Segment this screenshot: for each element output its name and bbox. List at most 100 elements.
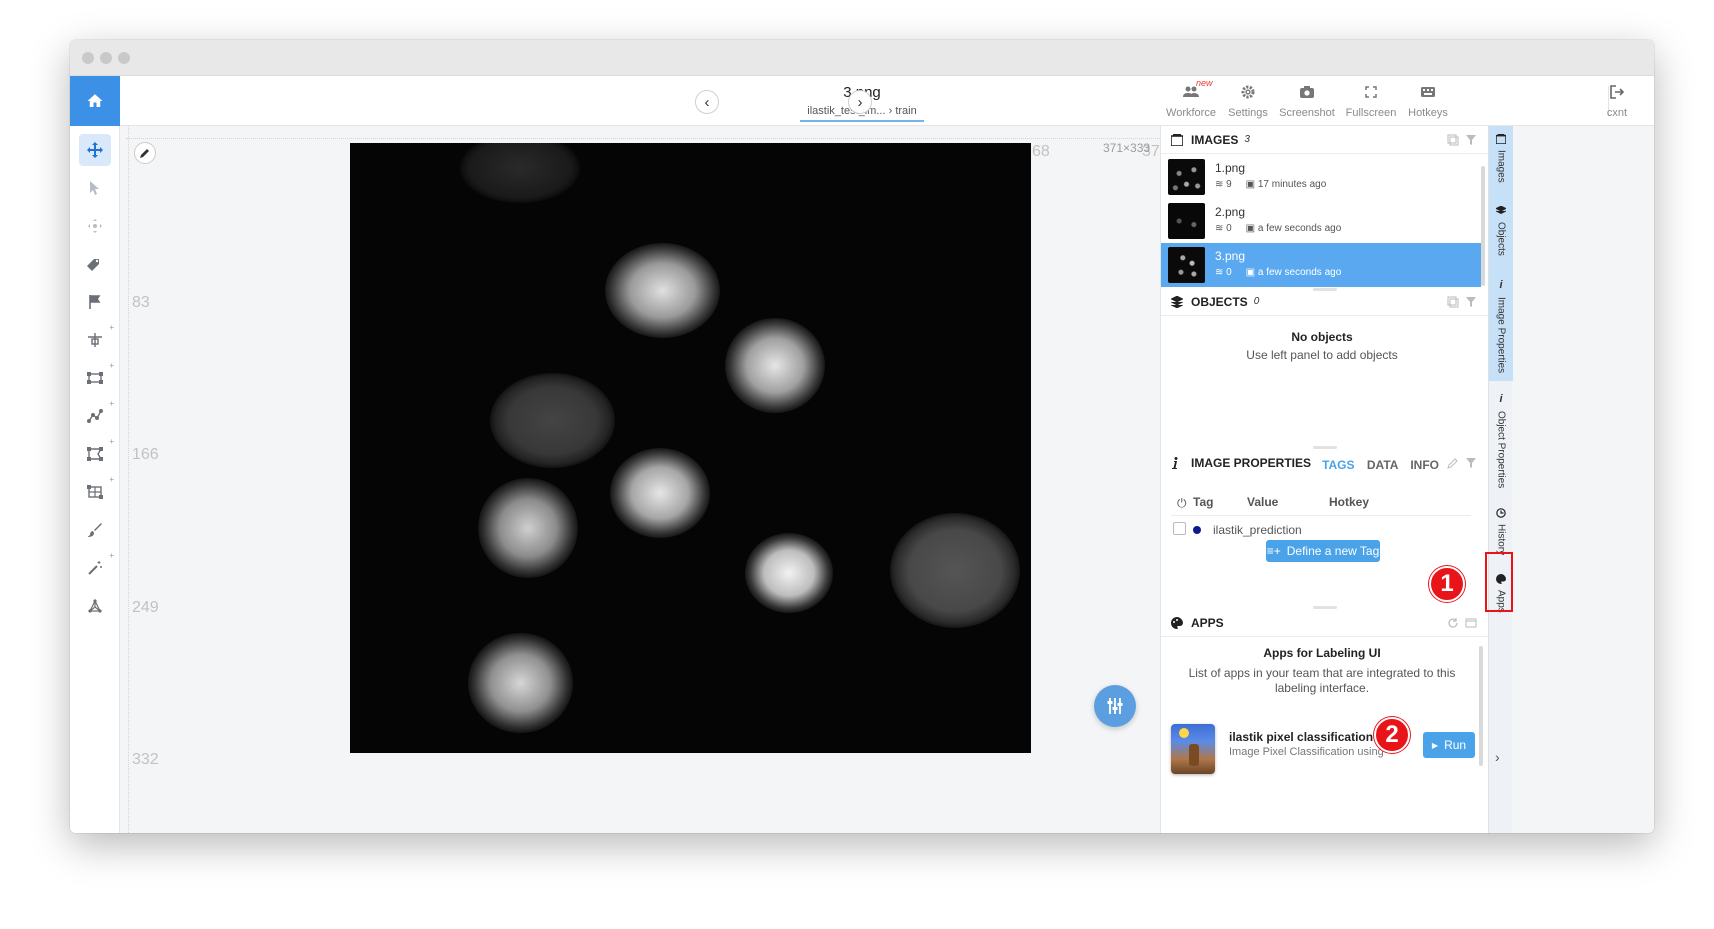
flag-tool[interactable] [79,286,111,318]
define-tag-button[interactable]: ≡+ Define a new Tag [1266,540,1380,562]
image-filename: 3.png [1215,249,1246,263]
side-tab-image-properties[interactable]: i Image Properties [1489,267,1513,381]
calendar-icon: ▣ [1245,223,1256,234]
edit-image-button[interactable] [134,142,156,164]
polygon-tool[interactable]: + [79,437,114,470]
tab-data[interactable]: DATA [1367,458,1398,472]
side-tab-images[interactable]: Images [1489,126,1513,194]
ilastik-app-logo [1171,724,1215,774]
window-maximize-dot[interactable] [118,52,130,64]
window-close-dot[interactable] [82,52,94,64]
workforce-button[interactable]: new Workforce [1160,78,1222,119]
image-list-item-selected[interactable]: 3.png ≋ 0 ▣ a few seconds ago [1161,243,1481,287]
rectangle-tool[interactable]: + [79,361,114,394]
edit-icon[interactable] [1447,457,1459,469]
side-tab-objects[interactable]: Objects [1489,194,1513,267]
collapse-chevron-icon[interactable]: › [1495,749,1500,765]
image-filename: 1.png [1215,161,1246,175]
crosshair-icon [88,333,102,347]
microscopy-image[interactable] [350,143,1031,753]
apps-scrollbar[interactable] [1479,646,1483,766]
nucleus [605,243,720,338]
images-scrollbar[interactable] [1481,166,1485,286]
images-title: IMAGES [1191,132,1239,147]
workforce-label: Workforce [1166,107,1216,119]
filter-icon[interactable] [1465,457,1477,469]
tab-tags[interactable]: TAGS [1322,458,1354,472]
image-adjust-button[interactable] [1094,685,1136,727]
side-tab-bar: Images Objects i Image Properties i Obje… [1488,126,1513,833]
pan-tool[interactable] [79,134,111,166]
tag-row[interactable]: ilastik_prediction [1171,516,1471,542]
select-tool[interactable] [79,172,111,204]
refresh-icon[interactable] [1447,617,1459,629]
image-list-item[interactable]: 1.png ≋ 9 ▣ 17 minutes ago [1161,155,1481,199]
polyline-tool[interactable]: + [79,399,114,432]
next-image-button[interactable]: › [848,90,872,114]
empty-title: No objects [1291,330,1353,344]
graph-tool[interactable] [79,590,111,622]
brush-tool[interactable] [79,514,111,546]
screenshot-button[interactable]: Screenshot [1276,82,1338,119]
sliders-icon [1107,698,1123,714]
tag-checkbox[interactable] [1173,522,1186,535]
image-canvas[interactable]: 83 166 249 332 68 37 371×333 [120,126,1160,833]
side-tab-history[interactable]: History [1489,496,1513,560]
play-icon: ▶ [1431,740,1439,750]
magic-wand-tool[interactable]: + [79,551,114,584]
keyboard-icon [1421,87,1435,97]
plus-icon: + [109,323,114,332]
layers-icon: ≋ [1215,223,1224,234]
home-button[interactable] [70,76,120,126]
ruler-tick-249: 249 [132,599,159,616]
tag-icon [87,259,99,271]
nucleus [745,533,833,613]
image-list-item[interactable]: 2.png ≋ 0 ▣ a few seconds ago [1161,199,1481,243]
logout-button[interactable]: cxnt [1587,82,1647,119]
tab-info[interactable]: INFO [1410,458,1439,472]
vertical-ruler [122,126,129,833]
chevron-left-icon: ‹ [704,93,710,111]
fullscreen-button[interactable]: Fullscreen [1340,82,1402,119]
filter-icon[interactable] [1465,134,1477,146]
settings-button[interactable]: Settings [1217,82,1279,119]
side-tab-label: Images [1495,150,1507,183]
side-tab-object-properties[interactable]: i Object Properties [1489,381,1513,496]
window-icon[interactable] [1465,617,1477,629]
breadcrumb-dataset[interactable]: ilastik_test_im... [807,105,885,117]
drag-icon [88,219,102,233]
home-icon [87,94,103,107]
object-count: 0 [1226,267,1232,278]
run-app-button[interactable]: ▶ Run [1423,732,1475,758]
smarttool-tool[interactable]: + [79,475,114,508]
image-time: 17 minutes ago [1257,179,1327,190]
side-tab-label: Objects [1495,222,1507,256]
smart-tool-icon [87,485,103,499]
point-tool[interactable]: + [79,323,114,356]
image-filename: 2.png [1215,205,1246,219]
prev-image-button[interactable]: ‹ [695,90,719,114]
app-name: ilastik pixel classification [1229,730,1374,744]
objects-title: OBJECTS [1191,294,1248,309]
tag-tool[interactable] [79,248,111,280]
apps-heading: Apps for Labeling UI [1263,646,1381,660]
history-icon [1496,508,1506,518]
pencil-icon [140,149,149,158]
apps-text: List of apps in your team that are integ… [1188,666,1456,695]
hotkeys-button[interactable]: Hotkeys [1397,82,1459,119]
copy-icon[interactable] [1447,296,1459,308]
polyline-icon [87,409,103,423]
filter-icon[interactable] [1465,296,1477,308]
images-icon [1496,134,1506,144]
nucleus [490,373,615,468]
drag-tool[interactable] [79,210,111,242]
app-list-item[interactable]: ilastik pixel classification Image Pixel… [1161,718,1483,778]
nucleus [725,318,825,413]
copy-icon[interactable] [1447,134,1459,146]
window-minimize-dot[interactable] [100,52,112,64]
objects-empty-state: No objects Use left panel to add objects [1161,330,1483,362]
camera-icon [1300,86,1314,98]
breadcrumb-project[interactable]: train [895,105,916,117]
bbox-icon [87,372,103,384]
object-count: 9 [1226,179,1232,190]
